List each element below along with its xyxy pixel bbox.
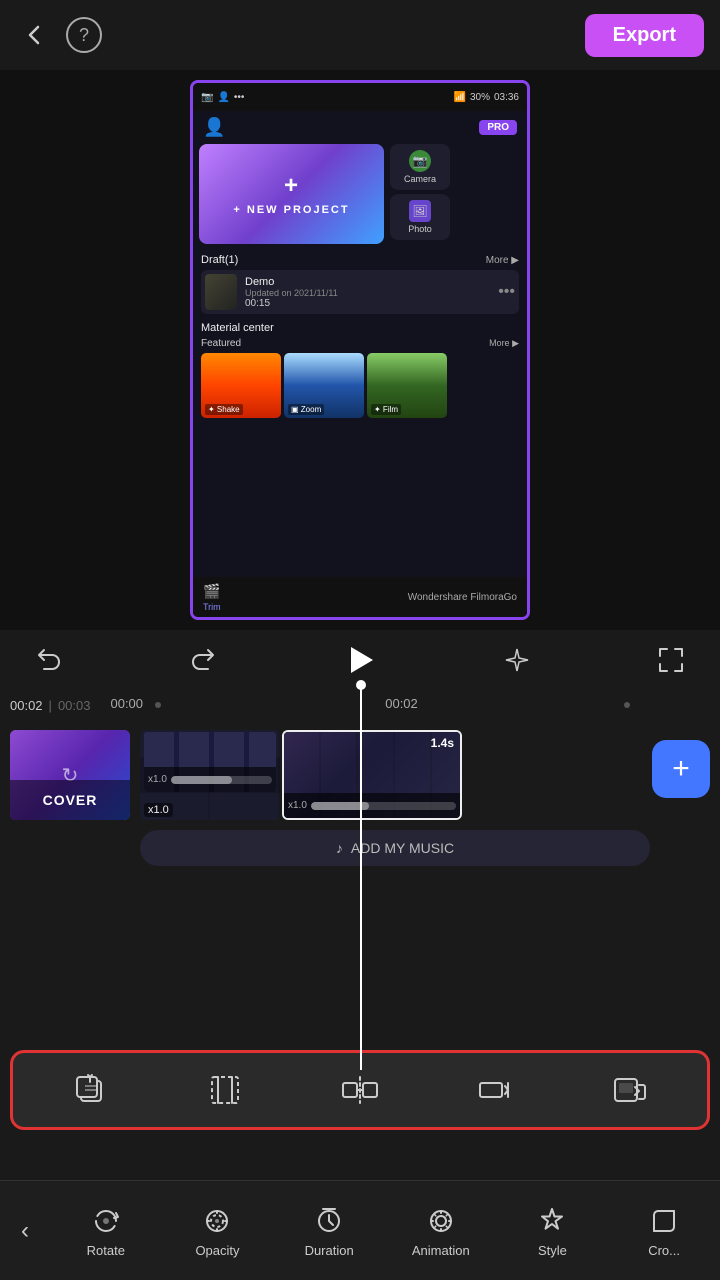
- opacity-label: Opacity: [195, 1243, 239, 1258]
- timeline-ruler: 00:02 | 00:03 00:00 00:02: [0, 690, 720, 720]
- opacity-icon: [199, 1203, 235, 1239]
- help-button[interactable]: ?: [66, 17, 102, 53]
- animation-icon: [423, 1203, 459, 1239]
- rotate-icon: [88, 1203, 124, 1239]
- material-section: Material center Featured More ▶ ✦ Shake …: [193, 318, 527, 422]
- animation-label: Animation: [412, 1243, 470, 1258]
- featured-img-shake[interactable]: ✦ Shake: [201, 353, 281, 418]
- ruler-track: 00:00 00:02: [100, 690, 710, 720]
- featured-images: ✦ Shake ▣ Zoom ✦ Film: [201, 353, 519, 418]
- crop-nav-label: Cro...: [648, 1243, 680, 1258]
- expand-button[interactable]: [652, 641, 690, 679]
- featured-img-zoom[interactable]: ▣ Zoom: [284, 353, 364, 418]
- camera-button[interactable]: 📷 Camera: [390, 144, 450, 190]
- play-button[interactable]: [338, 638, 382, 682]
- photo-button[interactable]: 🖼 Photo: [390, 194, 450, 240]
- clip-2-selected[interactable]: 1.4s x1.0: [282, 730, 462, 820]
- pro-badge: PRO: [479, 120, 517, 135]
- draft-thumbnail: [205, 274, 237, 310]
- draft-info: Demo Updated on 2021/11/11 00:15: [245, 276, 490, 309]
- nav-item-opacity[interactable]: Opacity: [182, 1203, 252, 1258]
- crop-tool-button[interactable]: [190, 1060, 260, 1120]
- redo-button[interactable]: [184, 641, 222, 679]
- phone-bottom-bar: 🎬 Trim Wondershare FilmoraGo: [193, 577, 527, 617]
- bottom-nav: ‹ Rotate: [0, 1180, 720, 1280]
- copy-icon: [67, 1067, 113, 1113]
- draft-item[interactable]: Demo Updated on 2021/11/11 00:15 •••: [201, 270, 519, 314]
- controls-bar: [0, 630, 720, 690]
- export-button[interactable]: Export: [585, 14, 704, 57]
- duration-icon: [311, 1203, 347, 1239]
- split-icon: [337, 1067, 383, 1113]
- nav-items: Rotate Opacity Du: [50, 1203, 720, 1258]
- nav-item-crop[interactable]: Cro...: [629, 1203, 699, 1258]
- phone-content: 👤 PRO + + NEW PROJECT 📷 Camera 🖼 Photo: [193, 111, 527, 617]
- draft-section: Draft(1) More ▶ Demo Updated on 2021/11/…: [193, 250, 527, 318]
- music-note-icon: ♪: [336, 840, 343, 856]
- crop-icon: [202, 1067, 248, 1113]
- style-label: Style: [538, 1243, 567, 1258]
- replace-icon: [607, 1067, 653, 1113]
- new-project-card[interactable]: + + NEW PROJECT: [199, 144, 384, 244]
- cover-thumbnail[interactable]: ↻ COVER: [10, 730, 130, 820]
- phone-mockup: 📷 👤 ••• 📶 30% 03:36 👤 PRO + + NEW PROJEC: [190, 80, 530, 620]
- nav-item-style[interactable]: Style: [517, 1203, 587, 1258]
- style-icon: [534, 1203, 570, 1239]
- toolbar-row: [10, 1050, 710, 1130]
- trim-button[interactable]: 🎬 Trim: [203, 583, 221, 612]
- nav-item-rotate[interactable]: Rotate: [71, 1203, 141, 1258]
- clip-1[interactable]: x1.0 x1.0: [140, 730, 280, 820]
- top-bar-left: ?: [16, 17, 102, 53]
- timeline-area[interactable]: ↻ COVER x1.0 x1.0: [0, 720, 720, 940]
- phone-status-bar: 📷 👤 ••• 📶 30% 03:36: [193, 83, 527, 111]
- undo-button[interactable]: [30, 641, 68, 679]
- camera-icon: 📷: [409, 150, 431, 172]
- replace-tool-button[interactable]: [595, 1060, 665, 1120]
- draft-more-dots[interactable]: •••: [498, 283, 515, 301]
- top-bar: ? Export: [0, 0, 720, 70]
- crop-nav-icon: [646, 1203, 682, 1239]
- nav-back-button[interactable]: ‹: [0, 1181, 50, 1280]
- trim-end-tool-button[interactable]: [460, 1060, 530, 1120]
- copy-tool-button[interactable]: [55, 1060, 125, 1120]
- sparkle-button[interactable]: [498, 641, 536, 679]
- phone-top-row: 👤 PRO: [193, 111, 527, 144]
- trim-end-icon: [472, 1067, 518, 1113]
- timeline-clips[interactable]: x1.0 x1.0 1.4s x1.0: [140, 730, 650, 820]
- music-track[interactable]: ♪ ADD MY MUSIC: [140, 830, 650, 866]
- rotate-label: Rotate: [87, 1243, 125, 1258]
- duration-label: Duration: [305, 1243, 354, 1258]
- filmora-logo: Wondershare FilmoraGo: [408, 592, 517, 603]
- side-buttons: 📷 Camera 🖼 Photo: [390, 144, 450, 244]
- nav-item-duration[interactable]: Duration: [294, 1203, 364, 1258]
- featured-img-film[interactable]: ✦ Film: [367, 353, 447, 418]
- preview-area: 📷 👤 ••• 📶 30% 03:36 👤 PRO + + NEW PROJEC: [0, 70, 720, 630]
- back-button[interactable]: [16, 17, 52, 53]
- nav-item-animation[interactable]: Animation: [406, 1203, 476, 1258]
- new-project-area: + + NEW PROJECT 📷 Camera 🖼 Photo: [193, 144, 527, 250]
- photo-icon: 🖼: [409, 200, 431, 222]
- split-tool-button[interactable]: [325, 1060, 395, 1120]
- add-clip-button[interactable]: +: [652, 740, 710, 798]
- cover-overlay: COVER: [10, 780, 130, 820]
